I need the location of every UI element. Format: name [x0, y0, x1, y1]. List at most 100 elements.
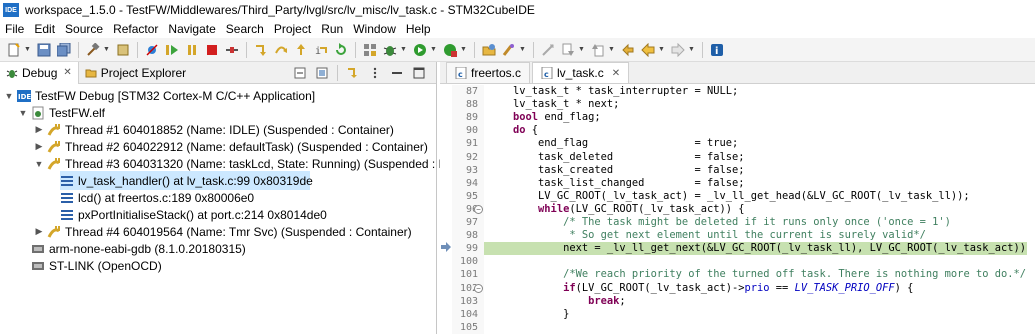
- last-edit-icon[interactable]: [620, 42, 636, 58]
- code-line[interactable]: }: [484, 308, 1035, 321]
- chevron-down-icon[interactable]: ▼: [608, 42, 615, 58]
- thread-icon: [47, 225, 61, 239]
- fold-toggle-icon[interactable]: −: [474, 284, 483, 293]
- code-line[interactable]: lv_task_t * next;: [484, 98, 1035, 111]
- close-icon[interactable]: ✕: [63, 67, 71, 78]
- code-line[interactable]: task_created = false;: [484, 164, 1035, 177]
- link-with-editor-icon[interactable]: [314, 65, 330, 81]
- menu-file[interactable]: File: [0, 22, 29, 36]
- elf-icon: [31, 106, 45, 120]
- chevron-down-icon[interactable]: ▼: [18, 108, 28, 118]
- code-line[interactable]: task_list_changed = false;: [484, 177, 1035, 190]
- c-file-icon: c: [541, 67, 553, 79]
- debug-icon[interactable]: [382, 42, 398, 58]
- maximize-icon[interactable]: [411, 65, 427, 81]
- menu-run[interactable]: Run: [316, 22, 348, 36]
- build-icon[interactable]: [85, 42, 101, 58]
- save-icon[interactable]: [36, 42, 52, 58]
- restart-icon[interactable]: [333, 42, 349, 58]
- chevron-right-icon[interactable]: ▶: [34, 226, 44, 237]
- tab-lv-task-c[interactable]: c lv_task.c ✕: [532, 62, 630, 83]
- resume-icon[interactable]: [164, 42, 180, 58]
- code-line[interactable]: /* The task might be deleted if it runs …: [484, 216, 1035, 229]
- tab-project-explorer[interactable]: Project Explorer: [79, 62, 192, 84]
- menu-search[interactable]: Search: [221, 22, 269, 36]
- code-line[interactable]: do {: [484, 124, 1035, 137]
- chevron-down-icon[interactable]: ▼: [400, 42, 407, 58]
- editor-tabs: c freertos.c c lv_task.c ✕: [440, 62, 1035, 84]
- chevron-right-icon[interactable]: ▶: [34, 124, 44, 135]
- step-over-icon[interactable]: [273, 42, 289, 58]
- chevron-down-icon[interactable]: ▼: [103, 42, 110, 58]
- menu-help[interactable]: Help: [401, 22, 436, 36]
- code-line[interactable]: [484, 255, 1035, 268]
- external-tools-icon[interactable]: [442, 42, 458, 58]
- fold-toggle-icon[interactable]: −: [474, 205, 483, 214]
- menu-navigate[interactable]: Navigate: [163, 22, 220, 36]
- chevron-down-icon[interactable]: ▼: [688, 42, 695, 58]
- search-icon[interactable]: [501, 42, 517, 58]
- skip-breakpoints-icon[interactable]: [144, 42, 160, 58]
- build-target-icon[interactable]: [115, 42, 131, 58]
- close-icon[interactable]: ✕: [612, 68, 620, 79]
- code-line[interactable]: break;: [484, 295, 1035, 308]
- chevron-down-icon[interactable]: ▼: [658, 42, 665, 58]
- menu-refactor[interactable]: Refactor: [108, 22, 163, 36]
- back-icon[interactable]: [640, 42, 656, 58]
- prev-annotation-icon[interactable]: [590, 42, 606, 58]
- new-icon[interactable]: [6, 42, 22, 58]
- chevron-down-icon[interactable]: ▼: [460, 42, 467, 58]
- suspend-icon[interactable]: [184, 42, 200, 58]
- chevron-down-icon[interactable]: ▼: [24, 42, 31, 58]
- code-line[interactable]: if(LV_GC_ROOT(_lv_task_act)->prio == LV_…: [484, 282, 1035, 295]
- terminate-icon[interactable]: [204, 42, 220, 58]
- collapse-all-icon[interactable]: [292, 65, 308, 81]
- forward-icon[interactable]: [670, 42, 686, 58]
- menu-project[interactable]: Project: [269, 22, 316, 36]
- chevron-down-icon[interactable]: ▼: [578, 42, 585, 58]
- save-all-icon[interactable]: [56, 42, 72, 58]
- chevron-down-icon[interactable]: ▼: [430, 42, 437, 58]
- instruction-stepping-icon[interactable]: i: [313, 42, 329, 58]
- tab-freertos-c[interactable]: c freertos.c: [446, 62, 531, 83]
- annotation-ruler[interactable]: [440, 85, 452, 334]
- code-line[interactable]: lv_task_t * task_interrupter = NULL;: [484, 85, 1035, 98]
- open-perspective-icon[interactable]: [362, 42, 378, 58]
- next-annotation-icon[interactable]: [560, 42, 576, 58]
- annotation-icon[interactable]: [540, 42, 556, 58]
- chevron-down-icon[interactable]: ▼: [519, 42, 526, 58]
- code-line[interactable]: * So get next element until the current …: [484, 229, 1035, 242]
- code-line[interactable]: LV_GC_ROOT(_lv_task_act) = _lv_ll_get_he…: [484, 190, 1035, 203]
- disconnect-icon[interactable]: [224, 42, 240, 58]
- open-type-icon[interactable]: [481, 42, 497, 58]
- minimize-icon[interactable]: [389, 65, 405, 81]
- current-instruction-line[interactable]: next = _lv_ll_get_next(&LV_GC_ROOT(_lv_t…: [484, 242, 1035, 255]
- step-into-icon[interactable]: [253, 42, 269, 58]
- chevron-down-icon[interactable]: ▼: [34, 159, 44, 169]
- info-icon[interactable]: i: [709, 42, 725, 58]
- tab-debug[interactable]: Debug ✕: [0, 61, 79, 84]
- code-line[interactable]: while(LV_GC_ROOT(_lv_task_act)) {: [484, 203, 1035, 216]
- menu-source[interactable]: Source: [60, 22, 108, 36]
- line-number: 100: [459, 256, 478, 267]
- step-return-icon[interactable]: [293, 42, 309, 58]
- code-line[interactable]: bool end_flag;: [484, 111, 1035, 124]
- code-line[interactable]: /*We reach priority of the turned off ta…: [484, 268, 1035, 281]
- chevron-down-icon[interactable]: ▼: [4, 91, 14, 101]
- menu-edit[interactable]: Edit: [29, 22, 60, 36]
- menu-window[interactable]: Window: [348, 22, 401, 36]
- line-number: 91: [465, 138, 478, 149]
- view-menu-icon[interactable]: [367, 65, 383, 81]
- run-icon[interactable]: [412, 42, 428, 58]
- code-line[interactable]: [484, 321, 1035, 334]
- chevron-right-icon[interactable]: ▶: [34, 141, 44, 152]
- tree-node-label: lv_task_handler() at lv_task.c:99 0x8031…: [78, 173, 313, 188]
- tree-node-stlink[interactable]: ST-LINK (OpenOCD): [31, 256, 162, 275]
- vertical-scrollbar[interactable]: [1027, 85, 1035, 334]
- code-line[interactable]: task_deleted = false;: [484, 151, 1035, 164]
- code-line[interactable]: end_flag = true;: [484, 137, 1035, 150]
- line-number: 105: [459, 322, 478, 333]
- step-into-icon[interactable]: [345, 65, 361, 81]
- code-area[interactable]: 87 88 89 90 91 92 93 94 95 96 97 98 99 100 101 102 103 10…: [440, 85, 1035, 334]
- tree-node-label: Thread #2 604022912 (Name: defaultTask) …: [65, 139, 428, 154]
